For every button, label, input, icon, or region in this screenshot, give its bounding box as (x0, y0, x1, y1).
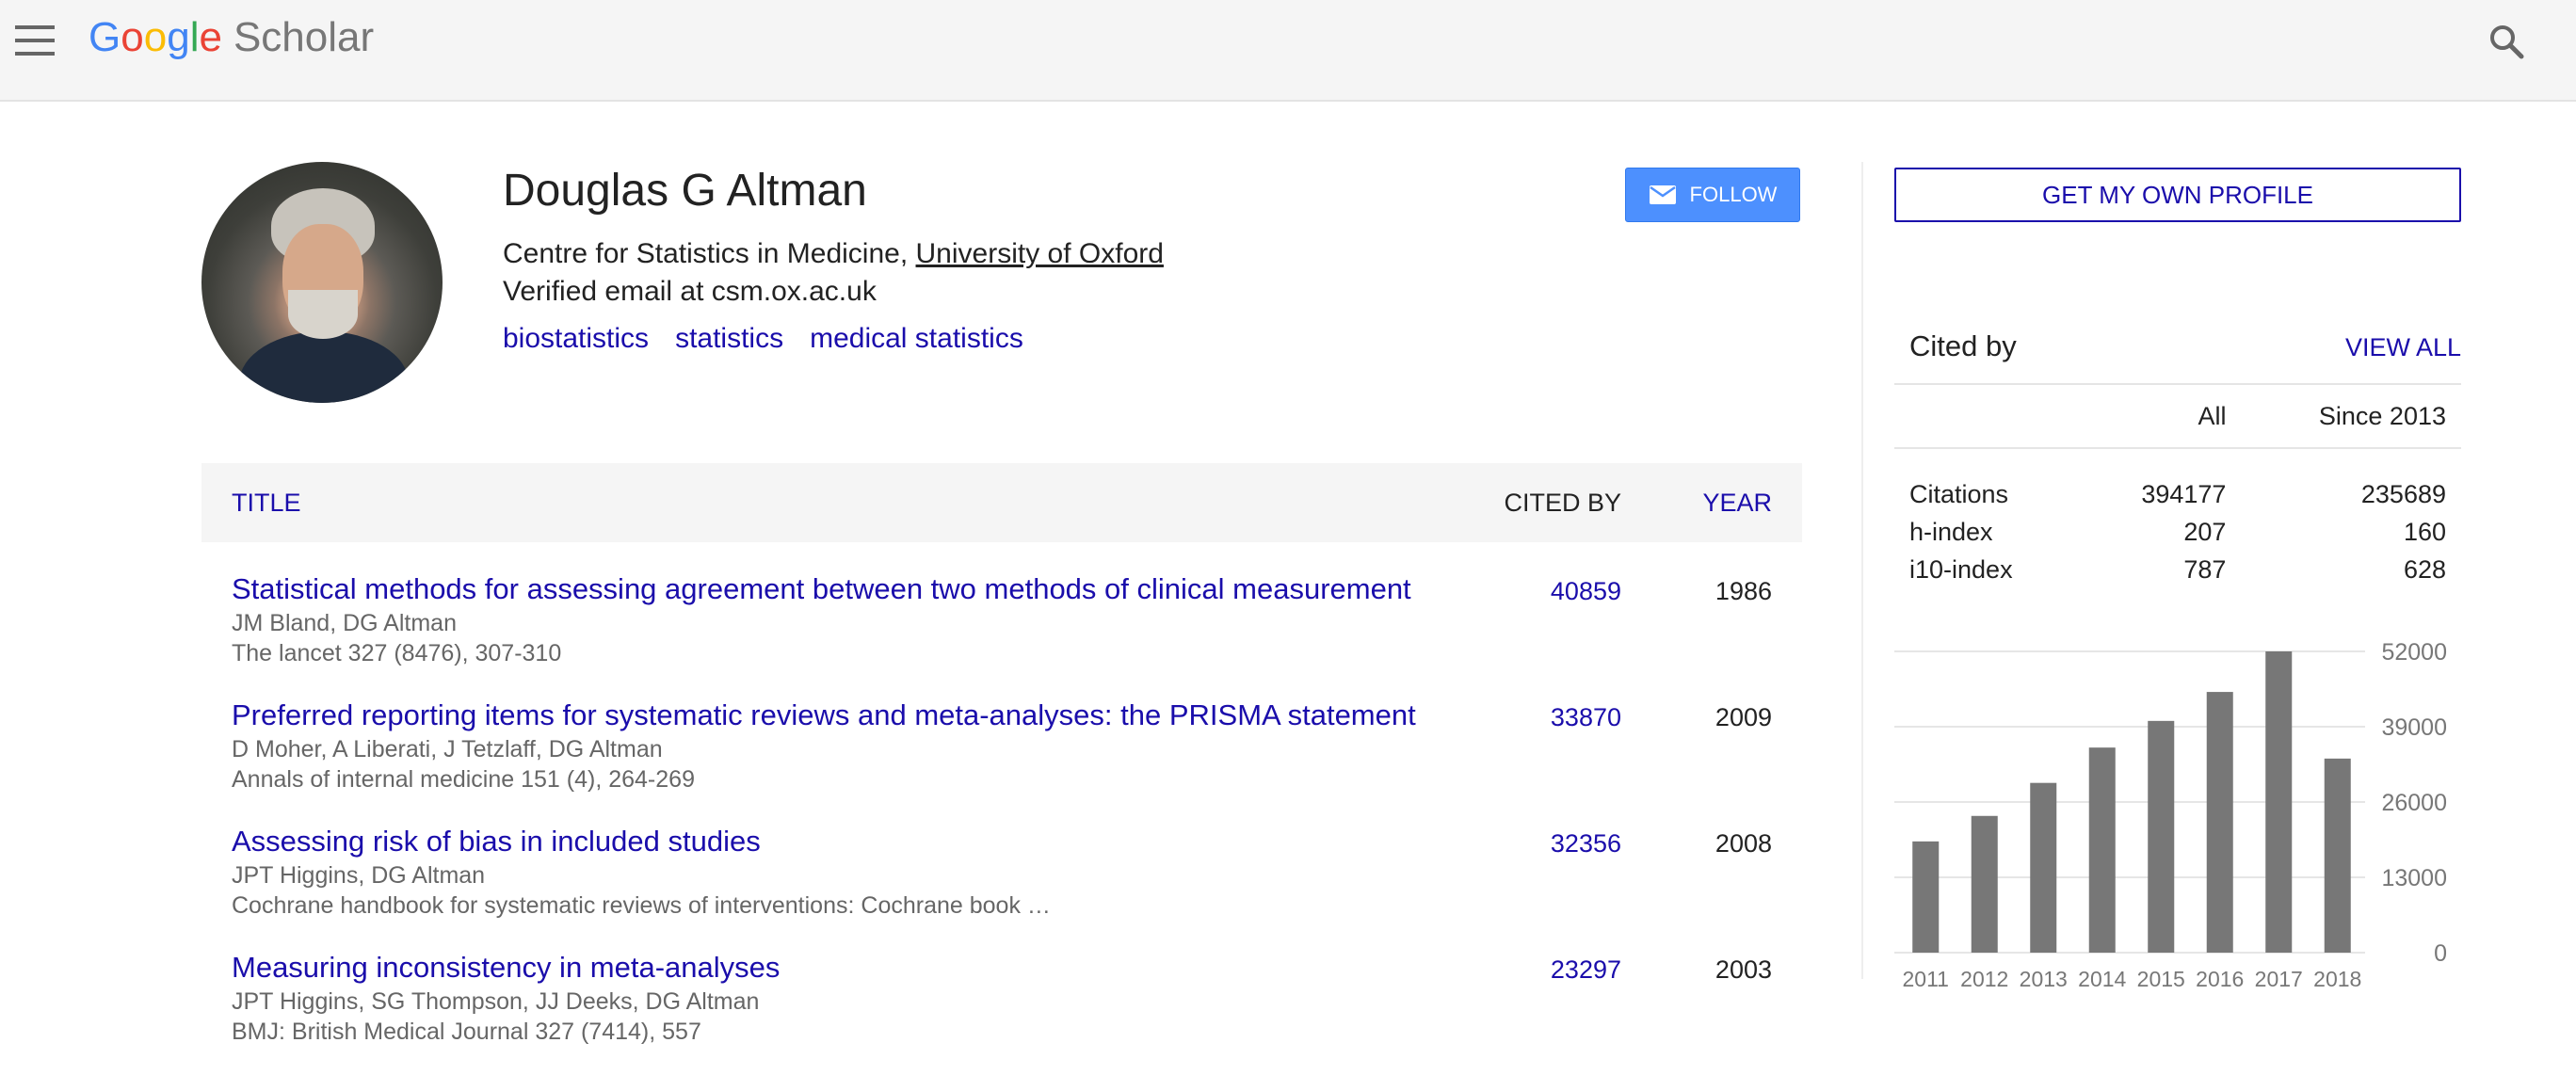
publication-venue: BMJ: British Medical Journal 327 (7414),… (232, 1019, 701, 1045)
chart-y-tick-label: 52000 (2381, 639, 2447, 666)
affiliation-link[interactable]: University of Oxford (916, 238, 1164, 269)
cited-by-header: CITED BY (1504, 489, 1621, 517)
publication-row: Statistical methods for assessing agreem… (201, 570, 1802, 697)
publication-title-link[interactable]: Preferred reporting items for systematic… (232, 697, 1416, 734)
column-header: Since 2013 (2241, 383, 2461, 449)
logo-letter: o (121, 14, 144, 60)
stat-all: 207 (2183, 517, 2227, 546)
cited-by-count-link[interactable]: 33870 (1551, 700, 1621, 734)
profile-name: Douglas G Altman (503, 166, 867, 216)
chart-x-tick-label: 2013 (2020, 967, 2068, 990)
top-bar: Google Scholar (0, 0, 2576, 102)
interest-link[interactable]: biostatistics (503, 323, 649, 354)
chart-x-tick-label: 2012 (1960, 967, 2008, 990)
view-all-link[interactable]: VIEW ALL (2345, 330, 2461, 364)
logo-letter: G (89, 14, 121, 60)
column-header (1894, 383, 2081, 449)
stat-label: i10-index (1909, 554, 2013, 584)
chart-x-tick-label: 2016 (2196, 967, 2244, 990)
cited-by-title: Cited by (1909, 329, 2017, 362)
publication-venue: The lancet 327 (8476), 307-310 (232, 640, 562, 666)
publication-venue: Cochrane handbook for systematic reviews… (232, 892, 1051, 919)
publication-venue: Annals of internal medicine 151 (4), 264… (232, 766, 695, 793)
chart-y-tick-label: 39000 (2381, 714, 2447, 741)
chart-bar (2265, 651, 2293, 953)
publication-year: 1986 (1715, 577, 1772, 605)
interest-link[interactable]: statistics (675, 323, 783, 354)
chart-x-tick-label: 2011 (1903, 967, 1949, 990)
chart-bar (2088, 747, 2116, 953)
stat-since: 235689 (2360, 479, 2446, 508)
chart-bar (2030, 782, 2057, 953)
verified-email: Verified email at csm.ox.ac.uk (503, 276, 877, 307)
sort-by-year-header[interactable]: YEAR (1702, 486, 1772, 520)
publication-row: Assessing risk of bias in included studi… (201, 823, 1802, 949)
affiliation-text: Centre for Statistics in Medicine, (503, 238, 916, 269)
column-divider (1861, 162, 1863, 979)
hamburger-menu-icon[interactable] (15, 25, 55, 56)
logo-letter: g (167, 14, 190, 60)
stat-since: 160 (2403, 517, 2446, 546)
profile-photo-avatar (201, 162, 443, 403)
publication-row: Measuring inconsistency in meta-analyses… (201, 949, 1802, 1075)
chart-y-tick-label: 26000 (2381, 790, 2447, 816)
logo-letter: o (143, 14, 168, 60)
stat-since: 628 (2403, 554, 2446, 584)
publication-authors: D Moher, A Liberati, J Tetzlaff, DG Altm… (232, 736, 663, 762)
publication-year: 2003 (1715, 955, 1772, 984)
chart-bar (2206, 692, 2233, 953)
search-icon[interactable] (2487, 23, 2525, 60)
research-interests: biostatistics statistics medical statistic… (503, 320, 1050, 358)
cited-by-count-link[interactable]: 40859 (1551, 574, 1621, 608)
chart-bar (1912, 841, 1940, 953)
citation-stats-table: All Since 2013 Citations 394177 235689 h… (1894, 383, 2461, 588)
follow-button[interactable]: FOLLOW (1625, 168, 1800, 222)
get-my-own-profile-button[interactable]: GET MY OWN PROFILE (1894, 168, 2461, 222)
stat-all: 394177 (2141, 479, 2227, 508)
chart-x-tick-label: 2014 (2078, 967, 2126, 990)
sort-by-title-header[interactable]: TITLE (232, 486, 301, 520)
chart-y-tick-label: 0 (2434, 940, 2447, 967)
chart-x-tick-label: 2017 (2255, 967, 2303, 990)
publication-authors: JM Bland, DG Altman (232, 610, 457, 636)
publication-year: 2009 (1715, 703, 1772, 731)
logo-letter: l (189, 14, 200, 60)
cited-by-count-link[interactable]: 23297 (1551, 953, 1621, 987)
chart-x-tick-label: 2018 (2313, 967, 2361, 990)
cited-by-count-link[interactable]: 32356 (1551, 826, 1621, 860)
publication-authors: JPT Higgins, DG Altman (232, 862, 486, 889)
logo-letter: e (199, 14, 222, 60)
chart-bar (1971, 815, 1998, 953)
chart-x-tick-label: 2015 (2137, 967, 2185, 990)
publication-title-link[interactable]: Assessing risk of bias in included studi… (232, 823, 761, 860)
follow-label: FOLLOW (1689, 183, 1778, 206)
google-scholar-logo[interactable]: Google Scholar (89, 9, 374, 66)
citations-per-year-chart: 52000 39000 26000 13000 0 2011 2012 2013 2014 201… (1894, 639, 2447, 990)
publications-table-header: TITLE CITED BY YEAR (201, 463, 1802, 542)
stat-all: 787 (2183, 554, 2227, 584)
publication-row: Preferred reporting items for systematic… (201, 697, 1802, 823)
stat-label: h-index (1909, 517, 1993, 546)
publication-title-link[interactable]: Measuring inconsistency in meta-analyses (232, 949, 780, 987)
interest-link[interactable]: medical statistics (810, 323, 1023, 354)
chart-bar (2148, 720, 2175, 953)
logo-scholar-text: Scholar (233, 14, 375, 60)
stat-label: Citations (1909, 479, 2009, 508)
mail-icon (1649, 185, 1676, 204)
publication-authors: JPT Higgins, SG Thompson, JJ Deeks, DG A… (232, 988, 760, 1015)
publication-title-link[interactable]: Statistical methods for assessing agreem… (232, 570, 1411, 608)
chart-bar (2324, 758, 2351, 953)
column-header: All (2080, 383, 2242, 449)
publication-year: 2008 (1715, 829, 1772, 858)
chart-y-tick-label: 13000 (2381, 865, 2447, 891)
profile-affiliation: Centre for Statistics in Medicine, Unive… (503, 235, 1164, 273)
